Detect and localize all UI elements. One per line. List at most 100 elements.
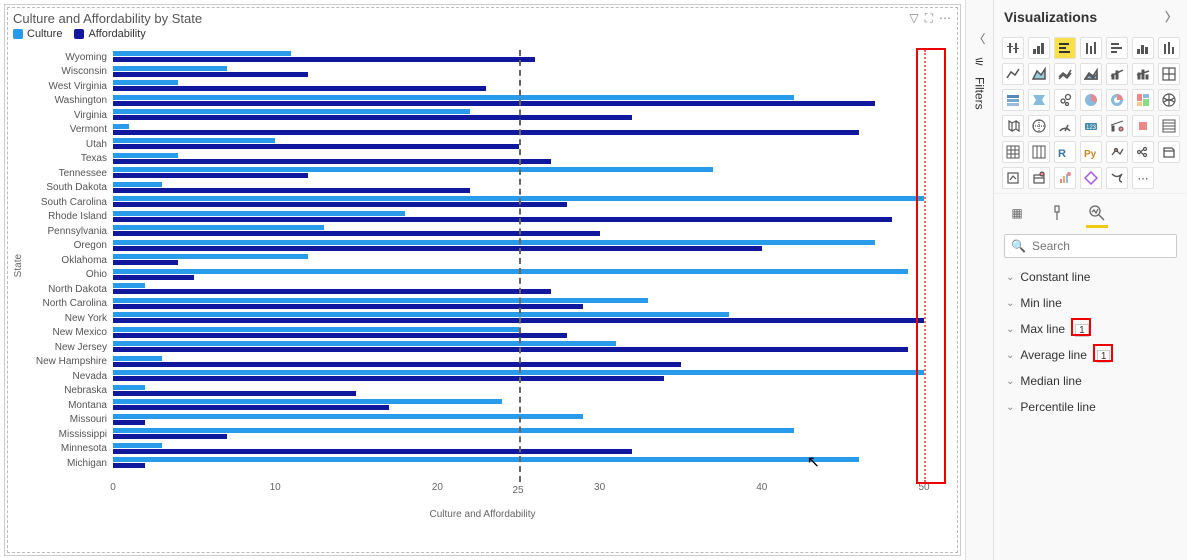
viz-type-icon[interactable] [1054, 37, 1076, 59]
legend-item-affordability[interactable]: Affordability [74, 28, 145, 40]
analytics-tab-icon[interactable] [1086, 202, 1108, 224]
min-line-row[interactable]: ⌄ Min line [1004, 290, 1177, 316]
bar-culture[interactable] [113, 80, 178, 85]
bar-culture[interactable] [113, 225, 324, 230]
bar-affordability[interactable] [113, 231, 600, 236]
bar-culture[interactable] [113, 167, 713, 172]
viz-type-icon[interactable] [1054, 89, 1076, 111]
viz-type-icon[interactable] [1002, 37, 1024, 59]
viz-type-icon[interactable] [1028, 89, 1050, 111]
viz-type-icon[interactable] [1106, 167, 1128, 189]
filter-icon[interactable]: ▽ [909, 11, 918, 26]
percentile-line-row[interactable]: ⌄ Percentile line [1004, 394, 1177, 420]
viz-type-icon[interactable] [1002, 89, 1024, 111]
bar-affordability[interactable] [113, 260, 178, 265]
viz-type-icon[interactable] [1158, 141, 1180, 163]
bar-affordability[interactable] [113, 304, 583, 309]
viz-type-icon[interactable] [1054, 167, 1076, 189]
bar-culture[interactable] [113, 312, 729, 317]
viz-type-icon[interactable] [1132, 63, 1154, 85]
bar-affordability[interactable] [113, 217, 892, 222]
viz-type-icon[interactable] [1106, 115, 1128, 137]
viz-type-icon[interactable] [1080, 37, 1102, 59]
collapse-visualizations-icon[interactable]: 〉 [1165, 8, 1177, 25]
bar-culture[interactable] [113, 327, 519, 332]
average-line-row[interactable]: ⌄ Average line 1 [1004, 342, 1177, 368]
bar-culture[interactable] [113, 51, 291, 56]
bar-affordability[interactable] [113, 333, 567, 338]
plot-area[interactable]: WyomingWisconsinWest VirginiaWashingtonV… [113, 50, 924, 482]
viz-type-icon[interactable] [1132, 115, 1154, 137]
visualizations-header[interactable]: Visualizations 〉 [994, 0, 1187, 33]
bar-culture[interactable] [113, 138, 275, 143]
filters-pane-collapsed[interactable]: 〈 ⚟ Filters [965, 0, 993, 560]
viz-type-icon[interactable] [1132, 89, 1154, 111]
viz-type-icon[interactable] [1106, 37, 1128, 59]
bar-affordability[interactable] [113, 376, 664, 381]
bar-affordability[interactable] [113, 57, 535, 62]
viz-type-icon[interactable] [1158, 89, 1180, 111]
bar-culture[interactable] [113, 341, 616, 346]
viz-type-icon[interactable] [1002, 115, 1024, 137]
bar-affordability[interactable] [113, 347, 908, 352]
bar-affordability[interactable] [113, 405, 389, 410]
bar-affordability[interactable] [113, 144, 519, 149]
bar-culture[interactable] [113, 240, 875, 245]
viz-type-icon[interactable] [1002, 167, 1024, 189]
viz-type-icon[interactable]: 123 [1080, 115, 1102, 137]
median-line-row[interactable]: ⌄ Median line [1004, 368, 1177, 394]
focus-mode-icon[interactable]: ⛶ [925, 11, 933, 26]
viz-type-icon[interactable] [1028, 115, 1050, 137]
viz-type-icon[interactable] [1080, 63, 1102, 85]
viz-type-icon[interactable] [1080, 167, 1102, 189]
bar-affordability[interactable] [113, 202, 567, 207]
viz-type-icon[interactable] [1002, 63, 1024, 85]
legend-item-culture[interactable]: Culture [13, 28, 62, 40]
bar-affordability[interactable] [113, 362, 681, 367]
search-input[interactable] [1032, 239, 1187, 253]
bar-affordability[interactable] [113, 115, 632, 120]
viz-type-icon[interactable] [1054, 115, 1076, 137]
bar-culture[interactable] [113, 414, 583, 419]
bar-affordability[interactable] [113, 275, 194, 280]
bar-culture[interactable] [113, 385, 145, 390]
bar-culture[interactable] [113, 399, 502, 404]
bar-culture[interactable] [113, 428, 794, 433]
viz-type-icon[interactable] [1028, 167, 1050, 189]
bar-affordability[interactable] [113, 420, 145, 425]
bar-affordability[interactable] [113, 391, 356, 396]
bar-affordability[interactable] [113, 434, 227, 439]
bar-affordability[interactable] [113, 289, 551, 294]
bar-culture[interactable] [113, 457, 859, 462]
bar-culture[interactable] [113, 182, 162, 187]
viz-type-icon[interactable] [1002, 141, 1024, 163]
viz-type-icon[interactable] [1054, 63, 1076, 85]
bar-culture[interactable] [113, 124, 129, 129]
bar-culture[interactable] [113, 153, 178, 158]
bar-affordability[interactable] [113, 246, 762, 251]
fields-tab-icon[interactable]: ▦ [1006, 202, 1028, 224]
viz-type-icon[interactable] [1028, 37, 1050, 59]
viz-type-icon[interactable] [1158, 63, 1180, 85]
bar-affordability[interactable] [113, 101, 875, 106]
bar-affordability[interactable] [113, 463, 145, 468]
viz-type-icon[interactable] [1028, 63, 1050, 85]
bar-affordability[interactable] [113, 86, 486, 91]
format-tab-icon[interactable] [1046, 202, 1068, 224]
bar-culture[interactable] [113, 443, 162, 448]
bar-culture[interactable] [113, 95, 794, 100]
more-options-icon[interactable]: ⋯ [939, 11, 952, 26]
bar-culture[interactable] [113, 283, 145, 288]
viz-type-icon[interactable] [1028, 141, 1050, 163]
expand-filters-icon[interactable]: 〈 [973, 30, 985, 47]
bar-affordability[interactable] [113, 72, 308, 77]
bar-culture[interactable] [113, 356, 162, 361]
bar-affordability[interactable] [113, 449, 632, 454]
viz-type-icon[interactable] [1106, 89, 1128, 111]
viz-type-icon[interactable] [1132, 37, 1154, 59]
bar-culture[interactable] [113, 109, 470, 114]
bar-affordability[interactable] [113, 188, 470, 193]
bar-culture[interactable] [113, 66, 227, 71]
max-line-row[interactable]: ⌄ Max line 1 [1004, 316, 1177, 342]
bar-culture[interactable] [113, 211, 405, 216]
